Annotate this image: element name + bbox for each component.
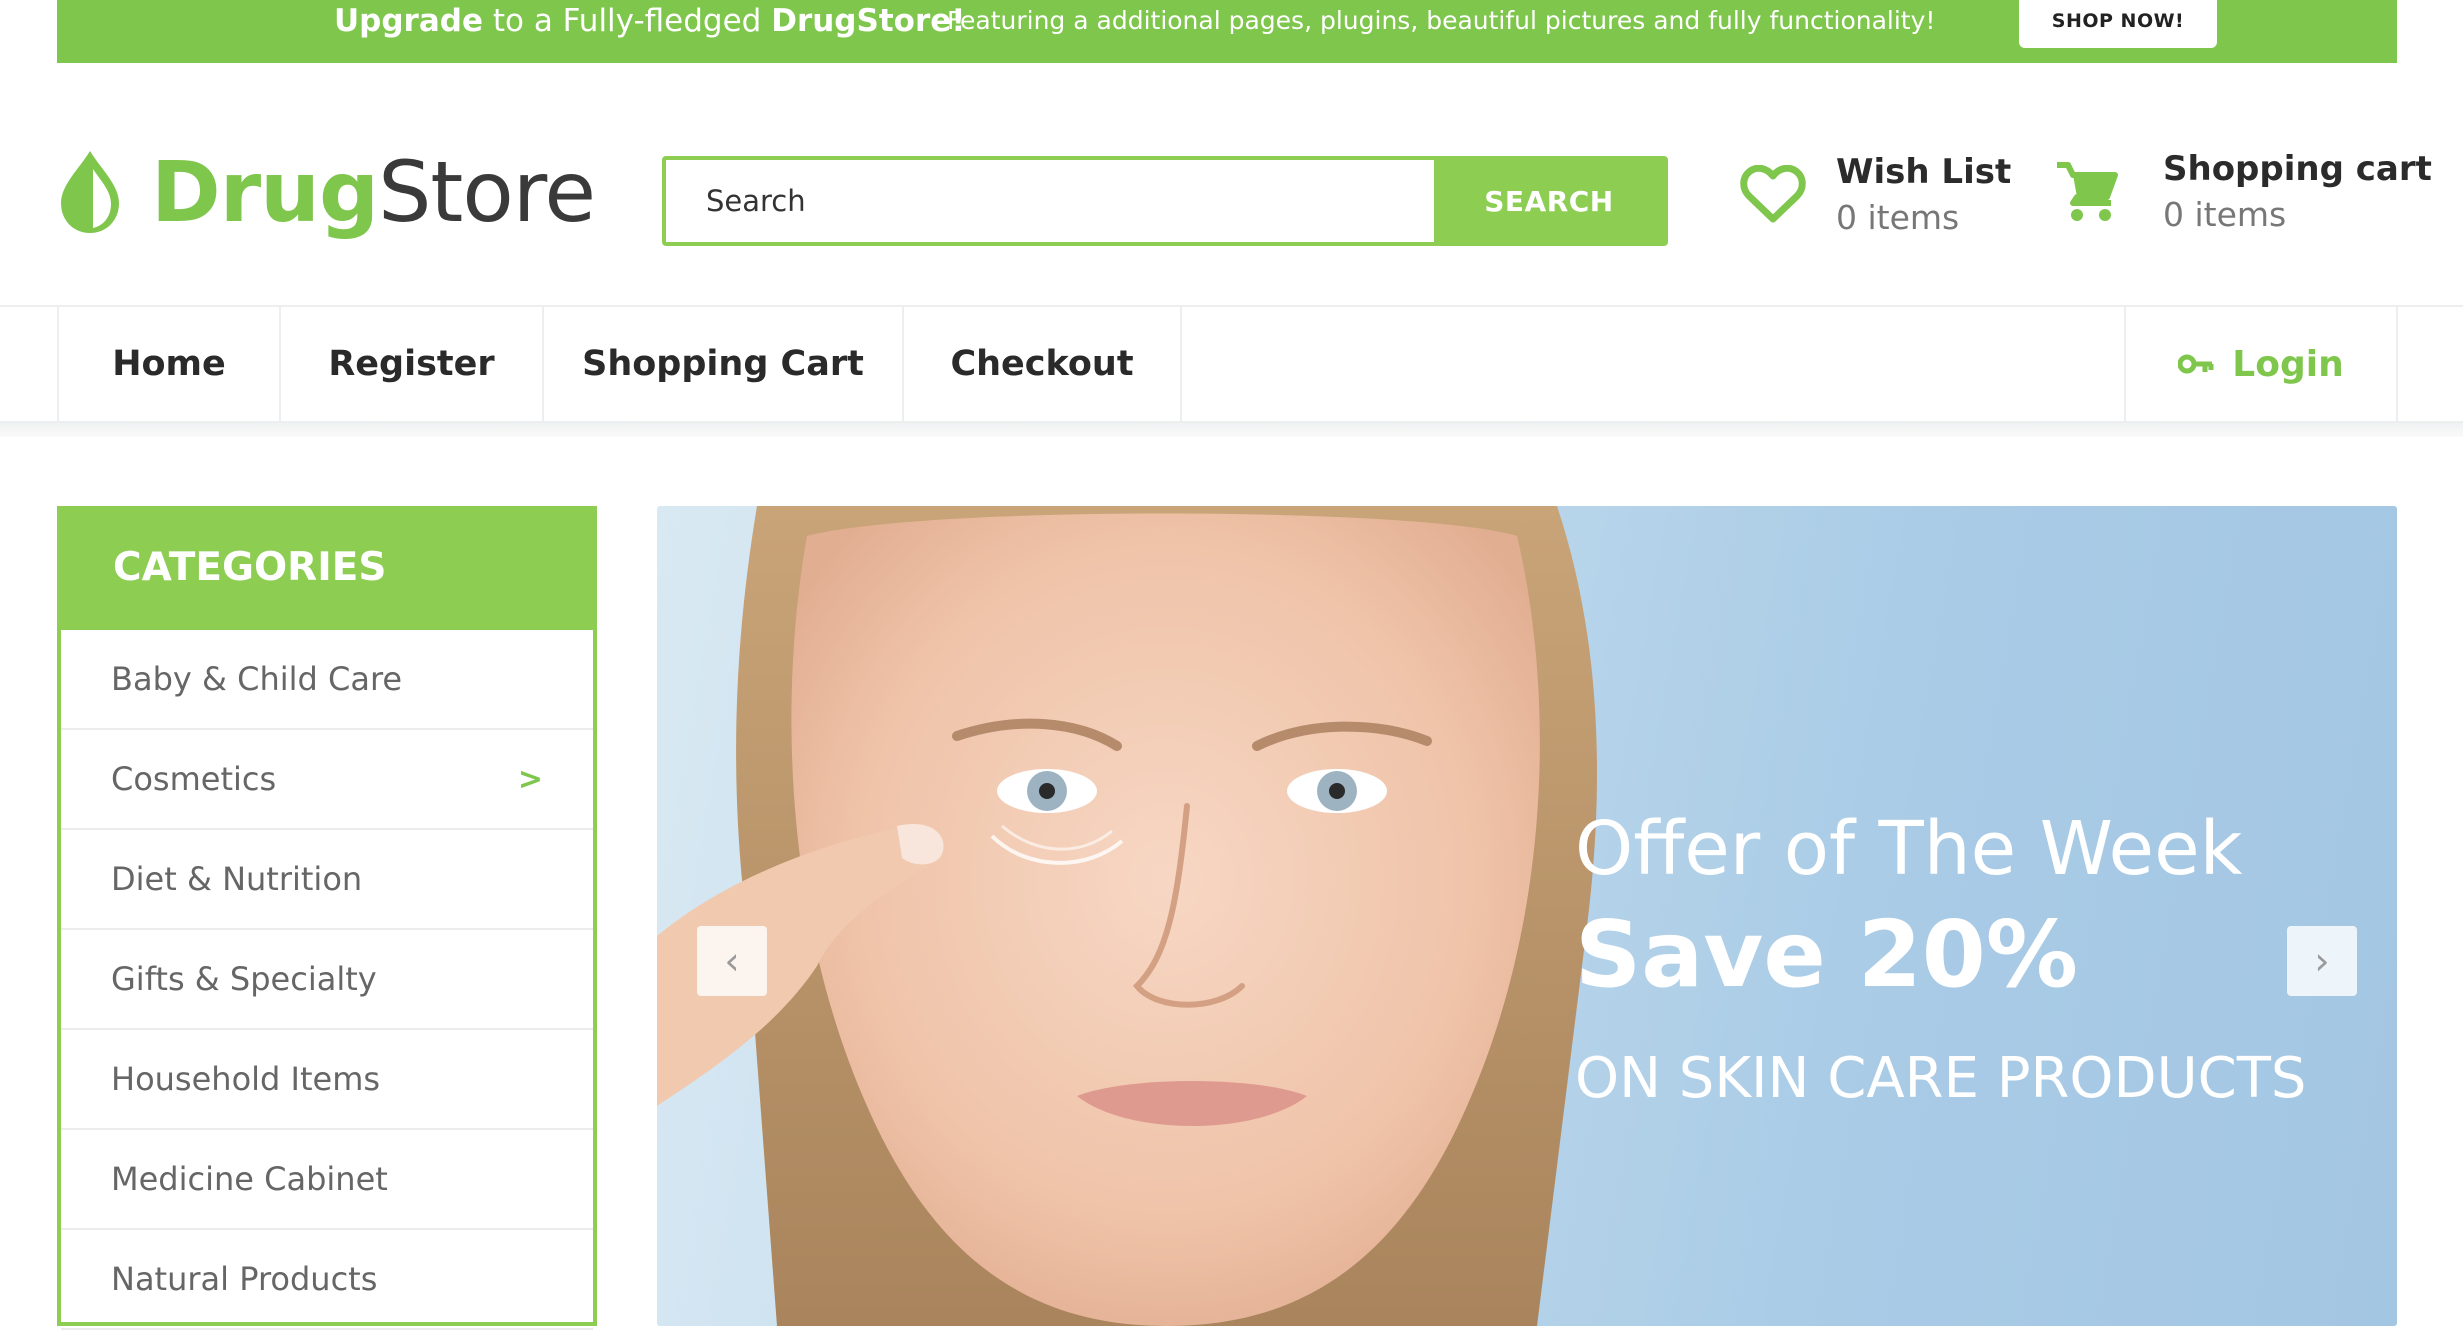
category-label: Medicine Cabinet <box>111 1160 388 1198</box>
logo[interactable]: DrugStore <box>57 142 596 242</box>
category-label: Baby & Child Care <box>111 660 403 698</box>
category-label: Natural Products <box>111 1260 378 1298</box>
promo-headline-mid: to a Fully-fledged <box>482 3 772 39</box>
slider-prev-button[interactable]: ‹ <box>697 926 767 996</box>
promo-brand: DrugStore! <box>771 3 966 39</box>
slide-heading: Offer of The Week <box>1575 806 2243 892</box>
slide-image <box>657 506 1597 1326</box>
category-label: Cosmetics <box>111 760 277 798</box>
search-input[interactable] <box>666 160 1434 242</box>
slide-subtitle: ON SKIN CARE PRODUCTS <box>1575 1046 2307 1111</box>
promo-upgrade: Upgrade <box>334 3 483 39</box>
hero-slider: Offer of The Week Save 20% ON SKIN CARE … <box>657 506 2397 1326</box>
promo-bar: Upgrade to a Fully-fledged DrugStore! Fe… <box>57 0 2397 63</box>
key-icon <box>2178 354 2214 374</box>
category-item-baby-child-care[interactable]: Baby & Child Care <box>61 630 593 730</box>
nav-item-checkout[interactable]: Checkout <box>902 307 1182 421</box>
search-bar: SEARCH <box>662 156 1668 246</box>
categories-panel: CATEGORIES Baby & Child Care Cosmetics > … <box>57 506 597 1330</box>
nav-item-register[interactable]: Register <box>279 307 542 421</box>
category-label: Household Items <box>111 1060 381 1098</box>
category-item-gifts-specialty[interactable]: Gifts & Specialty <box>61 930 593 1030</box>
cart-count: 0 items <box>2163 195 2287 234</box>
main-nav: Home Register Shopping Cart Checkout Log… <box>0 305 2463 423</box>
category-item-natural-products[interactable]: Natural Products <box>61 1230 593 1330</box>
category-label: Gifts & Specialty <box>111 960 377 998</box>
shop-now-button[interactable]: SHOP NOW! <box>2019 0 2217 48</box>
drop-logo-icon <box>61 151 119 233</box>
wishlist-link[interactable]: Wish List 0 items <box>1740 145 2011 245</box>
search-button[interactable]: SEARCH <box>1434 160 1664 242</box>
login-label: Login <box>2232 343 2344 385</box>
logo-drug: Drug <box>151 143 379 241</box>
nav-shadow <box>0 423 2463 437</box>
categories-heading: CATEGORIES <box>57 506 597 630</box>
promo-subtext: Featuring a additional pages, plugins, b… <box>947 6 1936 35</box>
wishlist-title: Wish List <box>1836 152 2012 192</box>
cart-title: Shopping cart <box>2163 149 2432 189</box>
wishlist-count: 0 items <box>1836 198 1960 237</box>
login-link[interactable]: Login <box>2124 307 2398 421</box>
promo-headline: Upgrade to a Fully-fledged DrugStore! <box>334 0 965 42</box>
heart-icon <box>1740 165 1806 223</box>
chevron-right-icon: > <box>517 761 543 797</box>
category-item-household-items[interactable]: Household Items <box>61 1030 593 1130</box>
shopping-cart-link[interactable]: Shopping cart 0 items <box>2055 142 2432 242</box>
chevron-left-icon: ‹ <box>724 939 740 983</box>
slide-offer: Save 20% <box>1575 901 2078 1008</box>
category-item-diet-nutrition[interactable]: Diet & Nutrition <box>61 830 593 930</box>
category-item-medicine-cabinet[interactable]: Medicine Cabinet <box>61 1130 593 1230</box>
nav-item-shopping-cart[interactable]: Shopping Cart <box>542 307 902 421</box>
logo-store: Store <box>378 143 596 241</box>
chevron-right-icon: › <box>2314 939 2330 983</box>
nav-item-home[interactable]: Home <box>57 307 279 421</box>
cart-icon <box>2057 162 2118 221</box>
category-label: Diet & Nutrition <box>111 860 363 898</box>
category-item-cosmetics[interactable]: Cosmetics > <box>61 730 593 830</box>
slider-next-button[interactable]: › <box>2287 926 2357 996</box>
